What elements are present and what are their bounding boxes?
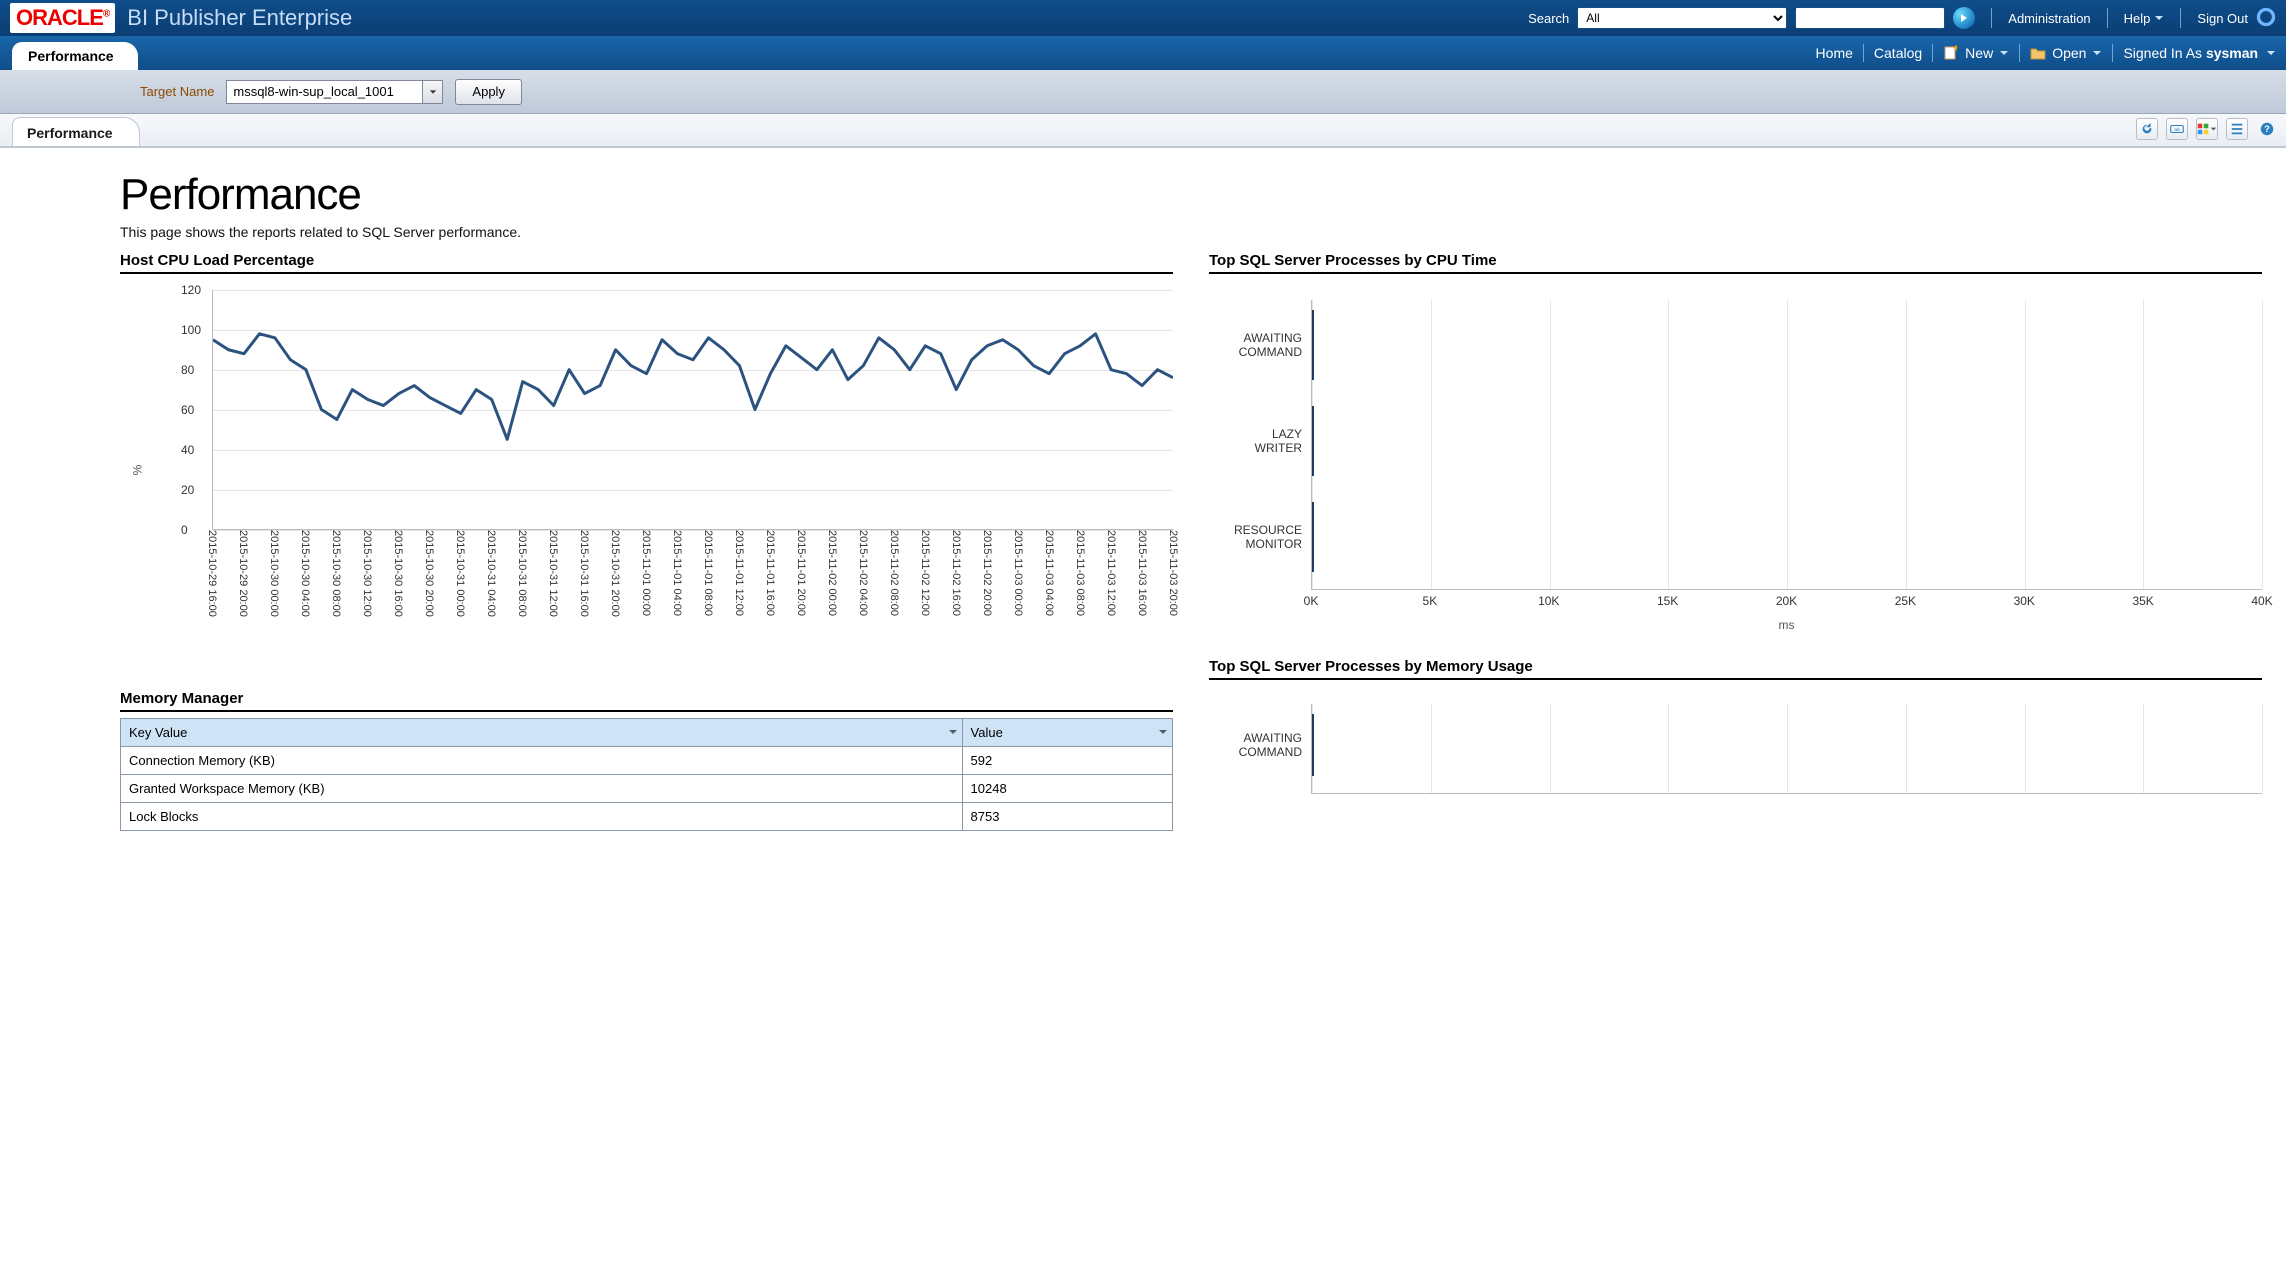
search-label: Search <box>1528 11 1569 26</box>
topmem-bar-chart: AWAITINGCOMMAND <box>1209 704 2262 794</box>
target-name-input[interactable] <box>227 81 422 103</box>
signed-in-as[interactable]: Signed In As sysman <box>2123 45 2276 61</box>
refresh-icon <box>2140 122 2154 136</box>
chevron-down-icon <box>2266 48 2276 58</box>
mem-manager-title: Memory Manager <box>120 690 1173 712</box>
topcpu-xlabel: ms <box>1311 618 2262 632</box>
new-icon <box>1943 45 1959 61</box>
chevron-down-icon <box>2210 125 2217 133</box>
cpu-chart-title: Host CPU Load Percentage <box>120 252 1173 274</box>
chevron-down-icon <box>429 88 437 96</box>
parameter-button[interactable]: ab <box>2166 118 2188 140</box>
chevron-down-icon <box>2154 13 2164 23</box>
page-subtitle: This page shows the reports related to S… <box>120 224 2262 240</box>
search-input[interactable] <box>1795 7 1945 29</box>
tab-performance[interactable]: Performance <box>12 42 138 70</box>
svg-text:?: ? <box>2264 124 2270 134</box>
apply-button[interactable]: Apply <box>455 79 522 105</box>
app-title: BI Publisher Enterprise <box>127 5 352 31</box>
help-icon: ? <box>2260 122 2274 136</box>
target-name-label: Target Name <box>140 84 214 99</box>
open-menu[interactable]: Open <box>2030 45 2102 61</box>
search-go-button[interactable] <box>1953 7 1975 29</box>
view-options-button[interactable] <box>2196 118 2218 140</box>
refresh-button[interactable] <box>2136 118 2158 140</box>
app-nav: Performance Home Catalog New Open Signed… <box>0 36 2286 70</box>
label-icon: ab <box>2170 122 2184 136</box>
oracle-logo: ORACLE® <box>10 3 115 33</box>
power-icon <box>2256 7 2276 30</box>
svg-text:ab: ab <box>2174 127 2180 133</box>
report-tabs: Performance ab ? <box>0 114 2286 148</box>
sort-icon <box>1158 727 1168 737</box>
help-menu[interactable]: Help <box>2124 11 2165 26</box>
home-link[interactable]: Home <box>1816 45 1853 61</box>
target-name-select[interactable] <box>226 80 443 104</box>
search-scope-select[interactable]: All <box>1577 7 1787 29</box>
new-menu[interactable]: New <box>1943 45 2009 61</box>
left-column: Host CPU Load Percentage % 0204060801001… <box>120 246 1173 831</box>
topcpu-bar-chart: AWAITINGCOMMANDLAZYWRITERRESOURCEMONITOR… <box>1209 300 2262 632</box>
grid-icon <box>2197 122 2209 136</box>
target-name-dropdown-toggle[interactable] <box>422 81 442 103</box>
folder-open-icon <box>2030 45 2046 61</box>
parameter-bar: Target Name Apply <box>0 70 2286 114</box>
catalog-link[interactable]: Catalog <box>1874 45 1922 61</box>
table-row: Lock Blocks8753 <box>121 803 1173 831</box>
actions-button[interactable] <box>2226 118 2248 140</box>
tab-performance-report[interactable]: Performance <box>12 117 140 146</box>
report-toolbar: ab ? <box>2136 118 2278 140</box>
table-row: Connection Memory (KB)592 <box>121 747 1173 775</box>
global-header: ORACLE® BI Publisher Enterprise Search A… <box>0 0 2286 36</box>
topcpu-title: Top SQL Server Processes by CPU Time <box>1209 252 2262 274</box>
cpu-chart-ylabel: % <box>130 464 144 475</box>
report-body: Performance This page shows the reports … <box>0 148 2286 871</box>
administration-link[interactable]: Administration <box>2008 11 2090 26</box>
sort-icon <box>948 727 958 737</box>
topmem-title: Top SQL Server Processes by Memory Usage <box>1209 658 2262 680</box>
chevron-down-icon <box>1999 48 2009 58</box>
table-row: Granted Workspace Memory (KB)10248 <box>121 775 1173 803</box>
mm-col-value[interactable]: Value <box>962 719 1172 747</box>
mm-col-key[interactable]: Key Value <box>121 719 963 747</box>
help-button[interactable]: ? <box>2256 118 2278 140</box>
chevron-down-icon <box>2092 48 2102 58</box>
sign-out-link[interactable]: Sign Out <box>2197 11 2248 26</box>
cpu-line-chart: % 020406080100120 2015-10-29 16:002015-1… <box>178 290 1173 650</box>
memory-manager-table: Key Value Value Connection Memory (KB)59… <box>120 718 1173 831</box>
page-title: Performance <box>120 170 2262 220</box>
list-icon <box>2230 122 2244 136</box>
right-column: Top SQL Server Processes by CPU Time AWA… <box>1209 246 2262 831</box>
